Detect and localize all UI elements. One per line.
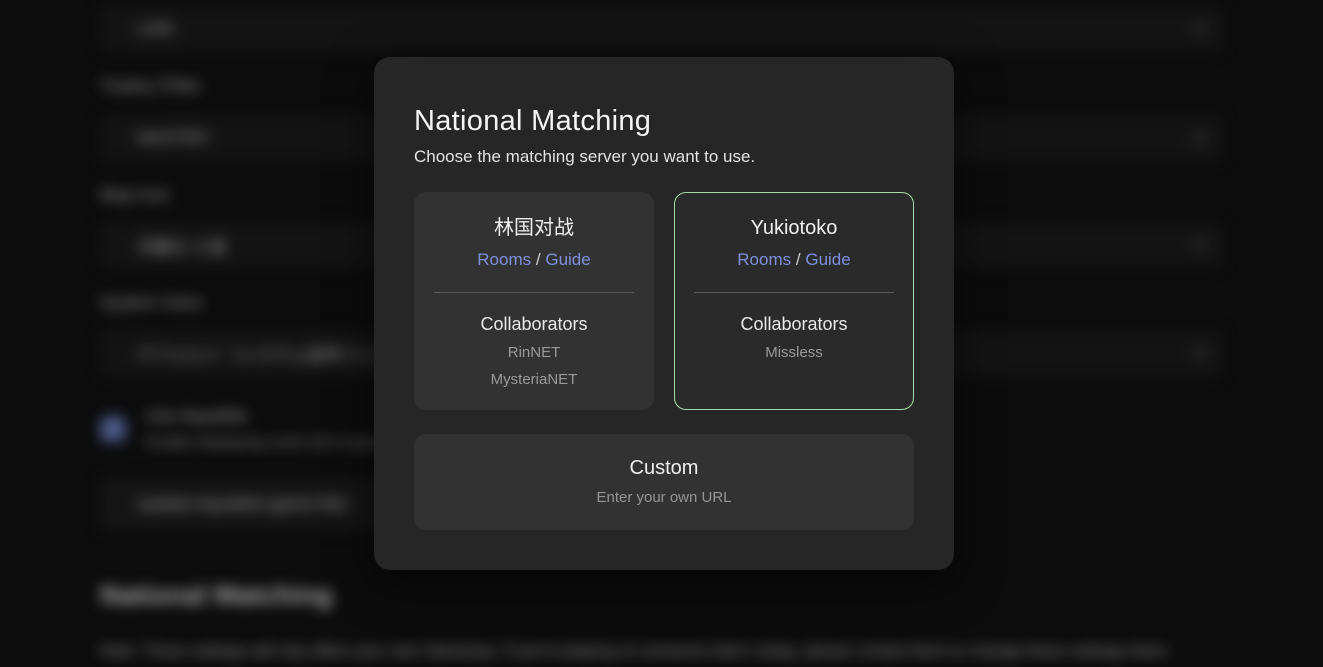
rooms-link[interactable]: Rooms — [477, 250, 531, 269]
guide-link[interactable]: Guide — [805, 250, 850, 269]
national-matching-dialog: National Matching Choose the matching se… — [374, 57, 954, 570]
link-separator: / — [796, 250, 801, 269]
server-links: Rooms / Guide — [414, 249, 654, 271]
rooms-link[interactable]: Rooms — [737, 250, 791, 269]
guide-link[interactable]: Guide — [545, 250, 590, 269]
link-separator: / — [536, 250, 541, 269]
app-window: LINK ❯ Trophy (Title) MASTER ❯ Map Icon … — [0, 0, 1323, 667]
dialog-subtitle: Choose the matching server you want to u… — [414, 145, 914, 169]
collaborators-list: Missless — [675, 339, 913, 366]
card-divider — [434, 292, 634, 293]
server-options-row: 林国对战 Rooms / Guide Collaborators RinNET … — [414, 192, 914, 410]
server-card-linguo[interactable]: 林国对战 Rooms / Guide Collaborators RinNET … — [414, 192, 654, 410]
server-links: Rooms / Guide — [675, 249, 913, 271]
collaborator-name: RinNET — [414, 339, 654, 366]
server-name: Yukiotoko — [675, 216, 913, 240]
collaborators-list: RinNET MysteriaNET — [414, 339, 654, 393]
collaborators-heading: Collaborators — [675, 313, 913, 335]
custom-server-card[interactable]: Custom Enter your own URL — [414, 434, 914, 530]
card-divider — [694, 292, 894, 293]
collaborator-name: Missless — [675, 339, 913, 366]
collaborators-heading: Collaborators — [414, 313, 654, 335]
collaborator-name: MysteriaNET — [414, 366, 654, 393]
custom-card-subtitle: Enter your own URL — [596, 487, 731, 509]
custom-card-title: Custom — [630, 455, 699, 481]
server-name: 林国对战 — [414, 216, 654, 240]
dialog-title: National Matching — [414, 103, 914, 139]
server-card-yukiotoko[interactable]: Yukiotoko Rooms / Guide Collaborators Mi… — [674, 192, 914, 410]
